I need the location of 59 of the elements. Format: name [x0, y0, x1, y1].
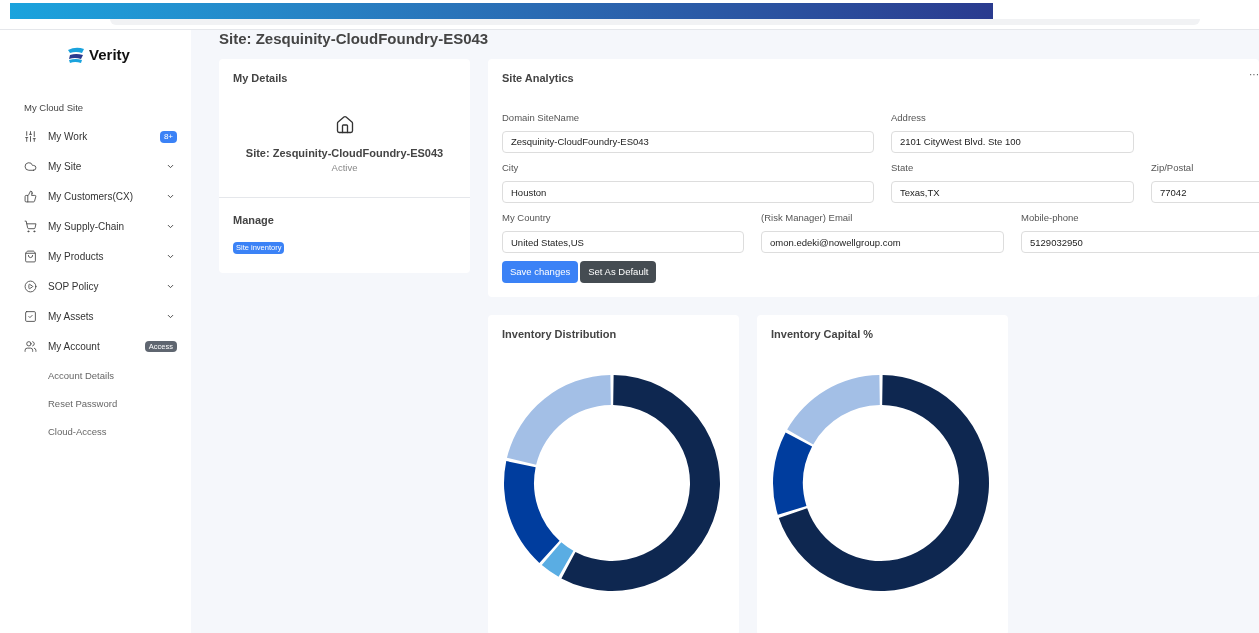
input-field[interactable]: Texas,TX	[891, 181, 1134, 203]
default-button[interactable]: Set As Default	[580, 261, 657, 284]
sidebar-item[interactable]: My Assets	[0, 301, 191, 332]
field-label: My Country	[502, 211, 552, 225]
sidebar-item-label: My Customers(CX)	[48, 190, 134, 205]
input-field[interactable]: 5129032950	[1021, 231, 1259, 254]
checkbox-icon	[24, 310, 37, 324]
field-label: Address	[891, 110, 927, 125]
play-circle-icon	[24, 280, 37, 294]
sidebar-item[interactable]: My Supply-Chain	[0, 211, 191, 242]
manage-title: Manage	[233, 213, 275, 229]
input-field[interactable]: United States,US	[502, 231, 744, 254]
save-button[interactable]: Save changes	[502, 261, 579, 284]
sidebar-subitem[interactable]: Account Details	[0, 361, 191, 390]
thumbs-up-icon	[24, 190, 37, 204]
site-name: Site: Zesquinity-CloudFoundry-ES043	[245, 145, 444, 161]
sidebar-subitem[interactable]: Reset Password	[0, 389, 191, 418]
chart-title: Inventory Distribution	[502, 327, 618, 343]
page-title: Site: Zesquinity-CloudFoundry-ES043	[219, 30, 490, 48]
sidebar-item-label: My Products	[48, 250, 105, 265]
card-title: My Details	[232, 71, 289, 86]
input-field[interactable]: Houston	[502, 181, 874, 203]
search-bar[interactable]	[110, 19, 1200, 25]
field-label: Domain SiteName	[502, 110, 581, 125]
sidebar-item[interactable]: My Customers(CX)	[0, 181, 191, 212]
field-label: State	[891, 160, 915, 175]
sidebar-item-label: My Work	[48, 130, 89, 145]
input-field[interactable]: 77042	[1151, 181, 1259, 203]
field-label: City	[502, 160, 520, 175]
chart-title: Inventory Capital %	[771, 327, 875, 343]
site-status: Active	[331, 161, 358, 175]
sidebar-item[interactable]: SOP Policy	[0, 271, 191, 302]
sidebar-item-label: My Supply-Chain	[48, 220, 126, 235]
input-field[interactable]: 2101 CityWest Blvd. Ste 100	[891, 130, 1134, 153]
logo-text: Verity	[89, 45, 130, 65]
count-badge: 8+	[159, 130, 177, 143]
card-title: Site Analytics	[502, 71, 574, 86]
sidebar-item-label: My Site	[48, 160, 83, 175]
house-icon	[334, 114, 355, 135]
users-icon	[24, 340, 37, 354]
cloud-icon	[24, 160, 37, 174]
input-field[interactable]: Zesquinity-CloudFoundry-ES043	[502, 130, 874, 153]
sidebar-item[interactable]: My Work 8+	[0, 121, 191, 152]
section-title: My Cloud Site	[24, 100, 85, 115]
sidebar-item[interactable]: My Site	[0, 151, 191, 182]
logo-icon	[67, 47, 86, 64]
input-field[interactable]: omon.edeki@nowellgroup.com	[761, 231, 1004, 254]
sidebar-item[interactable]: My Products	[0, 241, 191, 272]
cart-icon	[24, 220, 37, 234]
bag-icon	[24, 250, 37, 264]
sidebar-item-label: SOP Policy	[48, 280, 100, 295]
sliders-icon	[24, 130, 37, 144]
sidebar-item-label: My Account	[48, 340, 101, 355]
field-label: Mobile-phone	[1021, 211, 1080, 225]
more-button[interactable]: ···	[1249, 67, 1259, 82]
field-label: Zip/Postal	[1151, 160, 1195, 175]
sidebar-subitem[interactable]: Cloud-Access	[0, 417, 191, 446]
field-label: (Risk Manager) Email	[761, 211, 854, 225]
sidebar-item-label: My Assets	[48, 310, 95, 325]
